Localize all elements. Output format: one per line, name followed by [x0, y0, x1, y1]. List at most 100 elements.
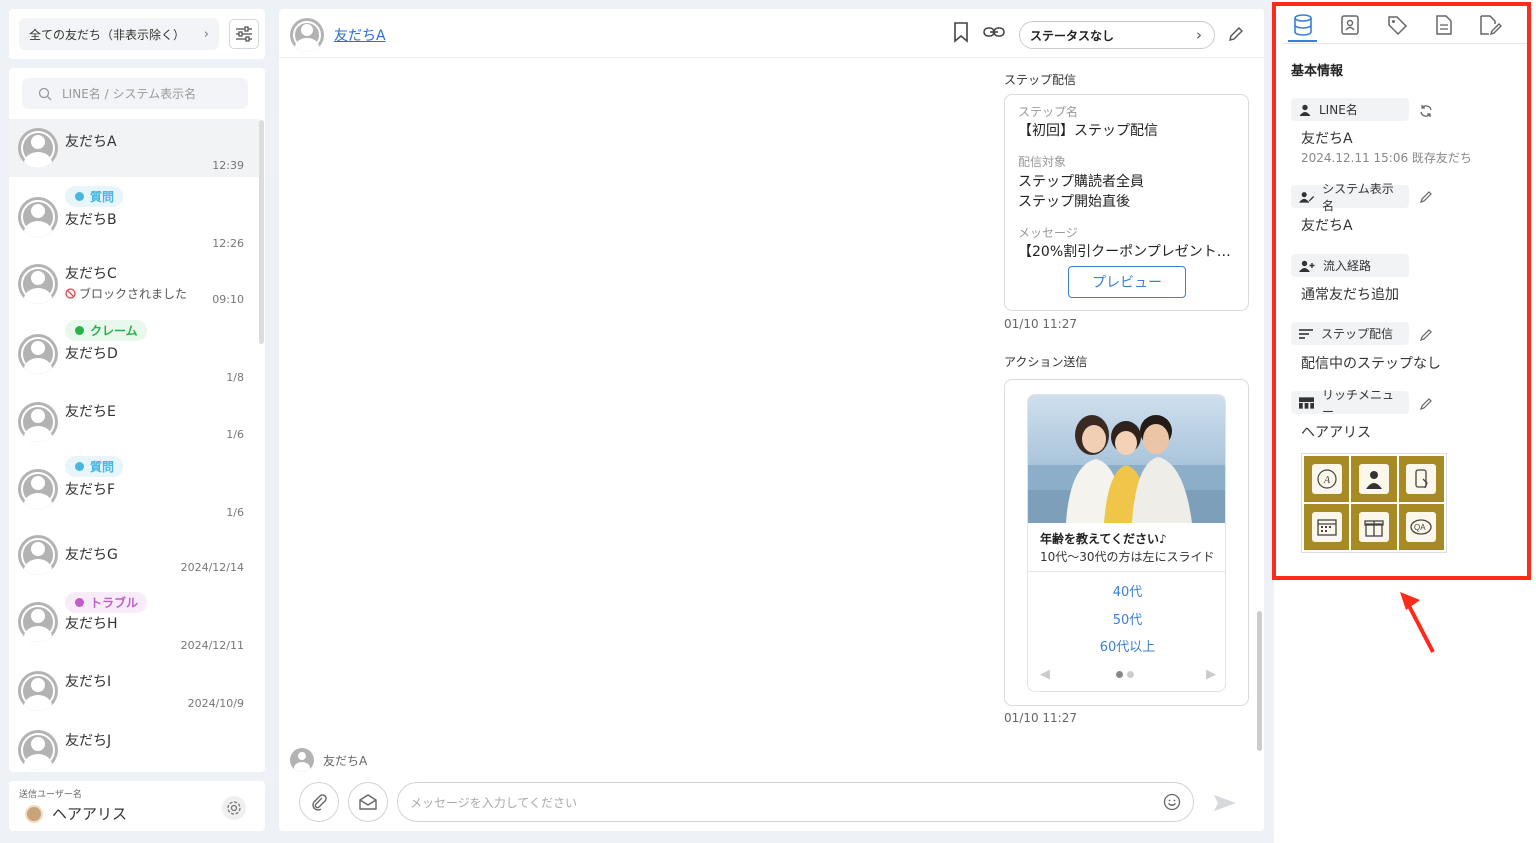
chat-scrollbar[interactable] [1257, 611, 1262, 751]
message-input[interactable]: メッセージを入力してください [397, 782, 1194, 822]
chat-header: 友だちA ステータスなし › [279, 9, 1264, 58]
refresh-icon[interactable] [1419, 104, 1433, 118]
richmenu-value: ヘアアリス [1301, 425, 1371, 441]
display-name-label: システム表示名 [1291, 182, 1409, 213]
action-card-subtitle: 10代～30代の方は左にスライド [1040, 550, 1215, 564]
bookmark-icon[interactable] [952, 21, 970, 43]
search-icon [38, 87, 52, 100]
preview-button[interactable]: プレビュー [1068, 266, 1186, 298]
pointer-arrow-icon [1400, 592, 1435, 653]
envelope-icon [359, 794, 377, 810]
header-actions [952, 21, 1006, 43]
tab-notes[interactable] [1429, 10, 1458, 42]
tag-badge: クレーム [65, 320, 147, 341]
action-timestamp: 01/10 11:27 [1004, 711, 1077, 725]
attach-button[interactable] [299, 782, 339, 822]
friend-item[interactable]: 質問 友だちF 1/6 [9, 452, 259, 530]
section-title: 基本情報 [1291, 64, 1344, 79]
friend-name: 友だちF [65, 482, 116, 498]
avatar [18, 730, 58, 770]
carousel-dots [1116, 671, 1134, 678]
pencil-icon[interactable] [1227, 25, 1245, 43]
carousel-next-icon[interactable]: ▶ [1206, 667, 1216, 682]
friend-item[interactable]: 友だちE 1/6 [9, 393, 259, 452]
friend-since: 2024.12.11 15:06 既存友だち [1301, 151, 1472, 165]
friend-time: 12:39 [212, 159, 244, 172]
pencil-icon[interactable] [1419, 397, 1433, 411]
avatar [18, 535, 58, 575]
carousel-card: 年齢を教えてください♪ 10代～30代の方は左にスライド 40代 50代 60代… [1027, 394, 1226, 692]
richmenu-cell [1351, 456, 1397, 502]
brand-icon: A [1317, 469, 1337, 489]
line-name-value: 友だちA [1301, 131, 1353, 147]
pencil-icon[interactable] [1419, 190, 1433, 204]
send-icon[interactable] [1213, 793, 1237, 813]
friend-item[interactable]: トラブル 友だちH 2024/12/11 [9, 589, 259, 667]
friend-item[interactable]: 友だちC ブロックされました 09:10 [9, 256, 259, 315]
step-timestamp: 01/10 11:27 [1004, 317, 1077, 331]
pencil-icon[interactable] [1419, 328, 1433, 342]
template-button[interactable] [348, 782, 388, 822]
richmenu-label: リッチメニュー [1291, 388, 1409, 419]
info-panel: 基本情報 LINE名 友だちA 2024.12.11 15:06 既存友だち シ… [1274, 0, 1536, 843]
friend-item[interactable]: 友だちA 12:39 [9, 119, 259, 178]
avatar [18, 602, 58, 642]
list-icon [1299, 328, 1313, 339]
filter-settings-button[interactable] [229, 19, 259, 49]
friend-time: 2024/12/11 [180, 639, 244, 652]
tab-tags[interactable] [1382, 10, 1411, 42]
step-delivery-label: ステップ配信 [1004, 73, 1077, 87]
emoji-icon[interactable] [1163, 793, 1181, 811]
link-icon[interactable] [982, 21, 1006, 43]
family-photo [1028, 395, 1225, 523]
list-scrollbar[interactable] [259, 120, 264, 344]
block-status: ブロックされました [65, 285, 187, 302]
friend-item[interactable]: 友だちG 2024/12/14 [9, 530, 259, 589]
user-icon [1299, 104, 1311, 116]
chat-friend-name-link[interactable]: 友だちA [334, 25, 386, 45]
friend-item[interactable]: 友だちI 2024/10/9 [9, 667, 259, 726]
friend-name: 友だちB [65, 212, 117, 228]
tag-badge: 質問 [65, 186, 124, 207]
friend-name: 友だちE [65, 404, 116, 420]
friend-search-input[interactable]: LINE名 / システム表示名 [22, 78, 248, 109]
tag-badge: トラブル [65, 592, 148, 613]
step-delivery-card: ステップ名 【初回】ステップ配信 配信対象 ステップ購読者全員 ステップ開始直後… [1004, 94, 1249, 311]
friend-filter-dropdown[interactable]: 全ての友だち（非表示除く） › [19, 18, 219, 50]
document-icon [1435, 15, 1452, 35]
divider [1028, 571, 1225, 572]
tab-basic-info[interactable] [1288, 10, 1317, 42]
friend-time: 1/8 [226, 371, 244, 384]
option-button[interactable]: 40代 [1028, 581, 1225, 600]
step-name-value: 【初回】ステップ配信 [1018, 123, 1158, 139]
status-label: ステータスなし [1030, 28, 1115, 43]
option-button[interactable]: 60代以上 [1028, 636, 1225, 655]
friend-item[interactable]: クレーム 友だちD 1/8 [9, 315, 259, 393]
action-message-card: 年齢を教えてください♪ 10代～30代の方は左にスライド 40代 50代 60代… [1004, 379, 1249, 706]
message-placeholder: メッセージを入力してください [410, 795, 578, 810]
friend-item[interactable]: 友だちJ [9, 726, 259, 770]
typing-sender-name: 友だちA [323, 753, 368, 768]
friend-time: 09:10 [212, 293, 244, 306]
action-send-label: アクション送信 [1004, 355, 1088, 369]
user-edit-icon [1299, 191, 1315, 203]
friend-name: 友だちA [65, 134, 117, 150]
option-button[interactable]: 50代 [1028, 609, 1225, 628]
svg-text:A: A [1323, 475, 1331, 486]
tab-custom-fields[interactable] [1335, 10, 1364, 42]
step-label: ステップ配信 [1291, 322, 1409, 345]
friend-list-panel: LINE名 / システム表示名 友だちA 12:39 質問 友だちB 12:26… [9, 68, 265, 772]
display-name-value: 友だちA [1301, 218, 1353, 234]
sender-settings-button[interactable] [222, 796, 246, 820]
carousel-prev-icon[interactable]: ◀ [1040, 667, 1050, 682]
friend-name: 友だちC [65, 266, 117, 282]
sender-user: ヘアアリス [25, 803, 127, 824]
info-tabs [1288, 10, 1505, 42]
step-value: 配信中のステップなし [1301, 356, 1441, 372]
richmenu-image: A QA [1301, 453, 1447, 553]
user-add-icon [1299, 260, 1315, 272]
blocked-icon [65, 288, 76, 299]
status-dropdown[interactable]: ステータスなし › [1019, 21, 1215, 49]
tab-edit-log[interactable] [1476, 10, 1505, 42]
friend-item[interactable]: 質問 友だちB 12:26 [9, 178, 259, 256]
